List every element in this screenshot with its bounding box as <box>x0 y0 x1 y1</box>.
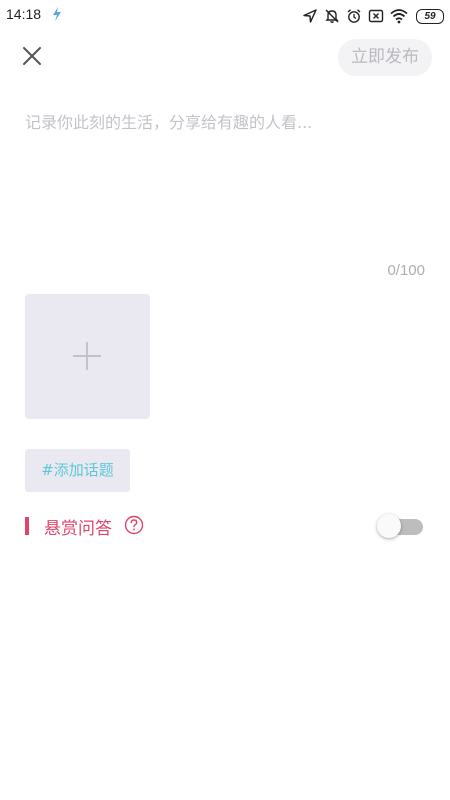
char-count: 0/100 <box>387 262 425 279</box>
location-icon <box>303 9 317 23</box>
toggle-thumb <box>377 514 401 538</box>
plus-icon <box>73 342 101 370</box>
status-time: 14:18 <box>6 6 42 22</box>
close-button[interactable] <box>18 42 46 70</box>
post-content-input[interactable] <box>25 110 425 250</box>
reward-qa-row: 悬赏问答 <box>25 510 425 542</box>
wifi-icon <box>390 9 408 24</box>
battery-icon: 59 <box>416 8 444 24</box>
status-icons: 59 <box>296 6 444 26</box>
alarm-icon <box>347 9 361 23</box>
status-bar: 14:18 59 <box>0 0 450 32</box>
reward-qa-label: 悬赏问答 <box>44 519 112 539</box>
charging-bolt-icon <box>53 7 61 21</box>
reward-qa-toggle[interactable] <box>377 513 423 539</box>
question-icon[interactable] <box>124 515 144 535</box>
mute-icon <box>325 9 339 23</box>
reward-accent-bar <box>25 517 29 535</box>
close-icon <box>23 47 41 65</box>
publish-button[interactable]: 立即发布 <box>338 39 432 76</box>
add-topic-button[interactable]: #添加话题 <box>25 449 130 492</box>
sim-icon <box>368 9 384 23</box>
add-image-button[interactable] <box>25 294 150 419</box>
